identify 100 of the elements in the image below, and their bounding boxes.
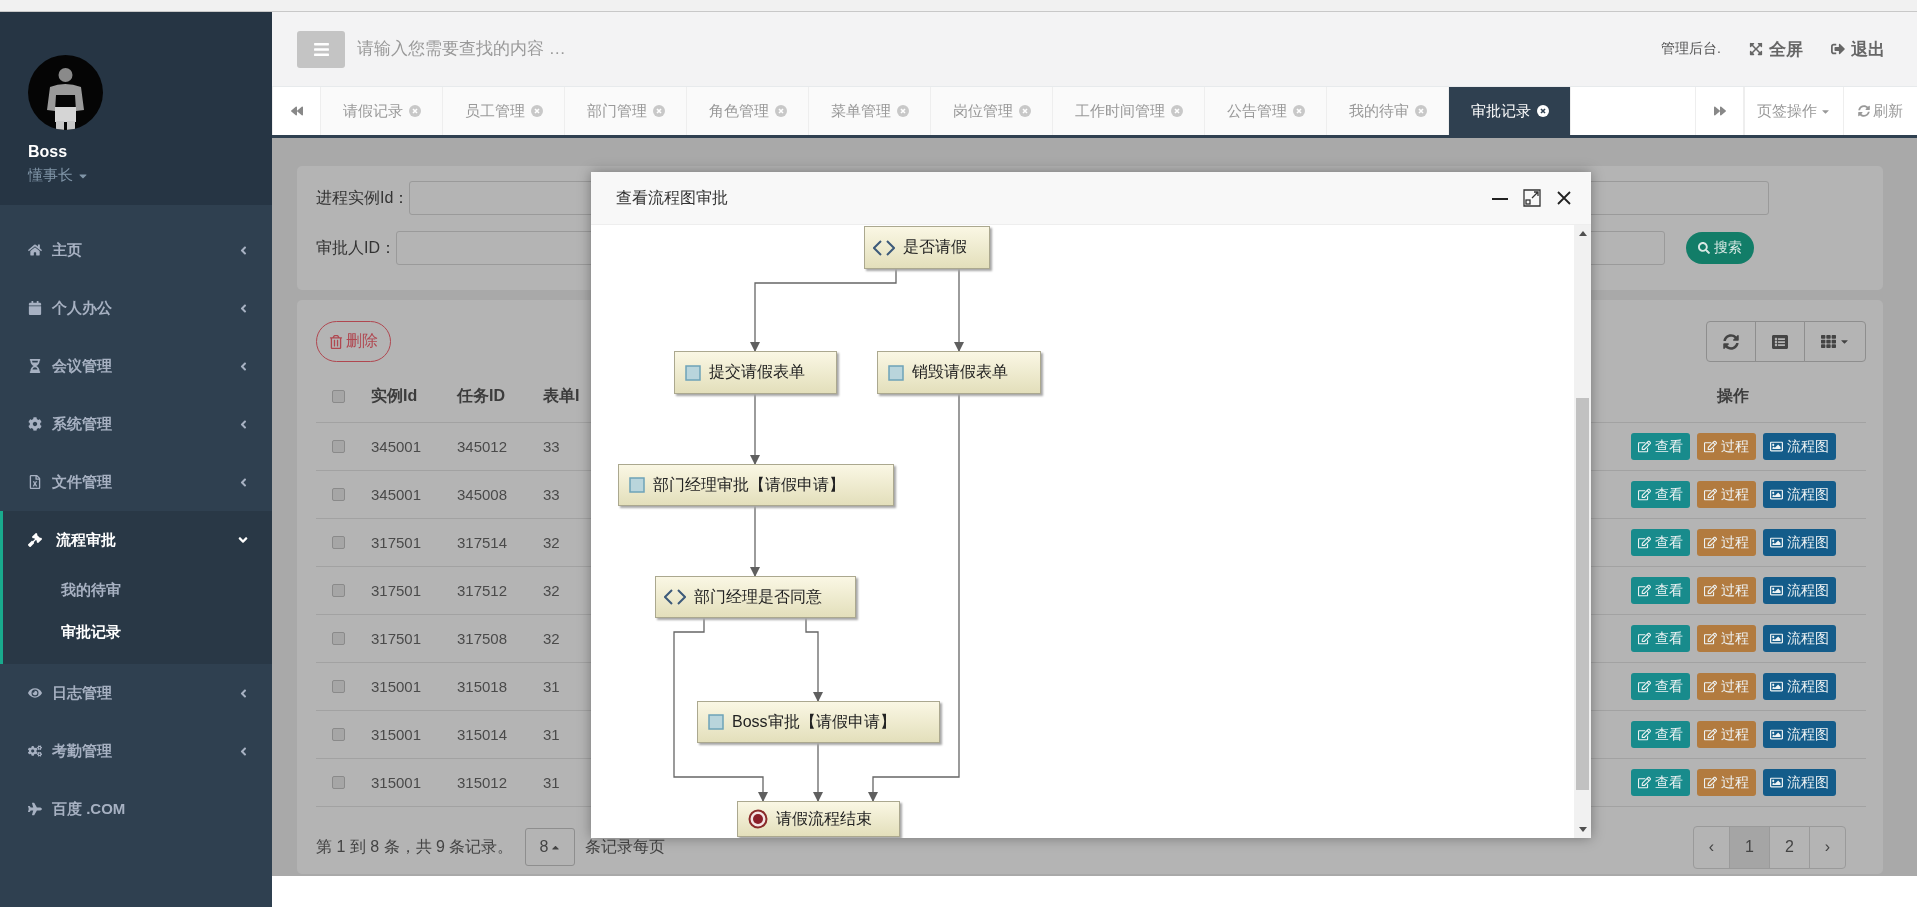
close-icon[interactable] [1537,105,1549,117]
action-button[interactable]: 流程图 [1762,673,1836,700]
sidebar-item[interactable]: 个人办公 [0,279,272,337]
action-button[interactable]: 流程图 [1762,625,1836,652]
sidebar-item[interactable]: 考勤管理 [0,722,272,780]
tab[interactable]: 部门管理 [565,87,687,135]
sidebar-item[interactable]: 百度 .COM [0,780,272,838]
scrollbar[interactable] [1574,225,1591,838]
list-view-button[interactable] [1755,321,1805,362]
sidebar-item[interactable]: 流程审批 [3,511,272,569]
action-button[interactable]: 过程 [1696,529,1756,556]
page-button[interactable]: 2 [1769,825,1810,869]
tab[interactable]: 审批记录 [1449,87,1571,135]
action-button[interactable]: 过程 [1696,673,1756,700]
action-button[interactable]: 流程图 [1762,721,1836,748]
role-dropdown[interactable]: 懂事长 [28,166,89,185]
node-label: 是否请假 [903,237,967,257]
action-button[interactable]: 流程图 [1762,769,1836,796]
tab[interactable]: 请假记录 [321,87,443,135]
page-button[interactable]: 1 [1729,825,1770,869]
sidebar-item[interactable]: 会议管理 [0,337,272,395]
page-size-label: 条记录每页 [585,836,666,857]
sidebar-subitem[interactable]: 我的待审 [61,569,121,611]
columns-button[interactable] [1804,321,1866,362]
action-button[interactable]: 查看 [1630,625,1690,652]
page-button[interactable]: › [1809,825,1846,869]
action-button[interactable]: 查看 [1630,481,1690,508]
tab[interactable]: 菜单管理 [809,87,931,135]
action-button[interactable]: 流程图 [1762,433,1836,460]
tab[interactable]: 公告管理 [1205,87,1327,135]
connector-arrow [813,742,823,802]
tab[interactable]: 角色管理 [687,87,809,135]
table-cell: 33 [543,486,560,503]
menu-button[interactable] [297,30,345,68]
node-label: 提交请假表单 [709,362,805,382]
action-button[interactable]: 查看 [1630,433,1690,460]
action-button[interactable]: 查看 [1630,577,1690,604]
action-button[interactable]: 过程 [1696,577,1756,604]
header-link[interactable]: 退出 [1831,37,1885,61]
scroll-left-button[interactable] [272,87,321,135]
table-cell: 315018 [457,678,508,695]
double-left-icon [290,105,303,117]
search-button[interactable]: 搜索 [1686,232,1754,264]
action-button[interactable]: 过程 [1696,481,1756,508]
edit-icon [1703,632,1717,645]
sidebar-subitem[interactable]: 审批记录 [61,611,121,653]
table-cell: 317514 [457,534,508,551]
action-button[interactable]: 查看 [1630,529,1690,556]
header-link[interactable]: 全屏 [1749,37,1803,61]
action-button[interactable]: 流程图 [1762,481,1836,508]
checkbox[interactable] [331,584,345,597]
table-cell: 345001 [371,438,422,455]
action-button[interactable]: 过程 [1696,721,1756,748]
checkbox[interactable] [331,776,345,789]
action-button[interactable]: 查看 [1630,673,1690,700]
table-cell: 32 [543,582,560,599]
tab[interactable]: 我的待审 [1327,87,1449,135]
checkbox[interactable] [331,390,345,403]
sidebar-item[interactable]: 主页 [0,221,272,279]
refresh-icon [1858,105,1870,117]
action-button[interactable]: 过程 [1696,433,1756,460]
sidebar-item-label: 日志管理 [52,683,113,703]
square-icon [888,364,904,381]
page-button[interactable]: ‹ [1693,825,1730,869]
tab[interactable]: 岗位管理 [931,87,1053,135]
gears-icon [28,744,42,758]
node-label: 部门经理审批【请假申请】 [653,474,845,495]
square-icon [629,477,645,493]
sign-out-icon [1831,42,1845,56]
search-field[interactable]: 请输入您需要查找的内容 … [355,31,875,67]
page-size-dropdown[interactable]: 8 [525,828,576,866]
checkbox[interactable] [331,680,345,693]
maximize-icon[interactable] [1522,188,1542,208]
action-button[interactable]: 流程图 [1762,577,1836,604]
checkbox[interactable] [331,488,345,501]
tab[interactable]: 员工管理 [443,87,565,135]
checkbox[interactable] [331,440,345,453]
edit-icon [1637,488,1651,501]
action-button[interactable]: 过程 [1696,769,1756,796]
checkbox[interactable] [331,632,345,645]
checkbox[interactable] [331,536,345,549]
action-button[interactable]: 查看 [1630,721,1690,748]
scroll-right-button[interactable] [1695,87,1744,135]
refresh-button[interactable] [1706,321,1756,362]
image-icon [1769,632,1783,645]
sidebar-item[interactable]: 文件管理 [0,453,272,511]
action-button[interactable]: 流程图 [1762,529,1836,556]
action-button[interactable]: 查看 [1630,769,1690,796]
checkbox[interactable] [331,728,345,741]
square-icon [685,364,701,381]
column-header: 实例Id [360,371,446,423]
edit-icon [1637,776,1651,789]
node-label: Boss审批【请假申请】 [732,711,896,732]
sidebar-item[interactable]: 日志管理 [0,664,272,722]
sidebar-item-label: 百度 .COM [52,799,127,819]
node-label: 销毁请假表单 [912,362,1008,382]
sidebar-item[interactable]: 系统管理 [0,395,272,453]
dialog-title: 查看流程图审批 [616,187,728,208]
tab[interactable]: 工作时间管理 [1053,87,1205,135]
action-button[interactable]: 过程 [1696,625,1756,652]
